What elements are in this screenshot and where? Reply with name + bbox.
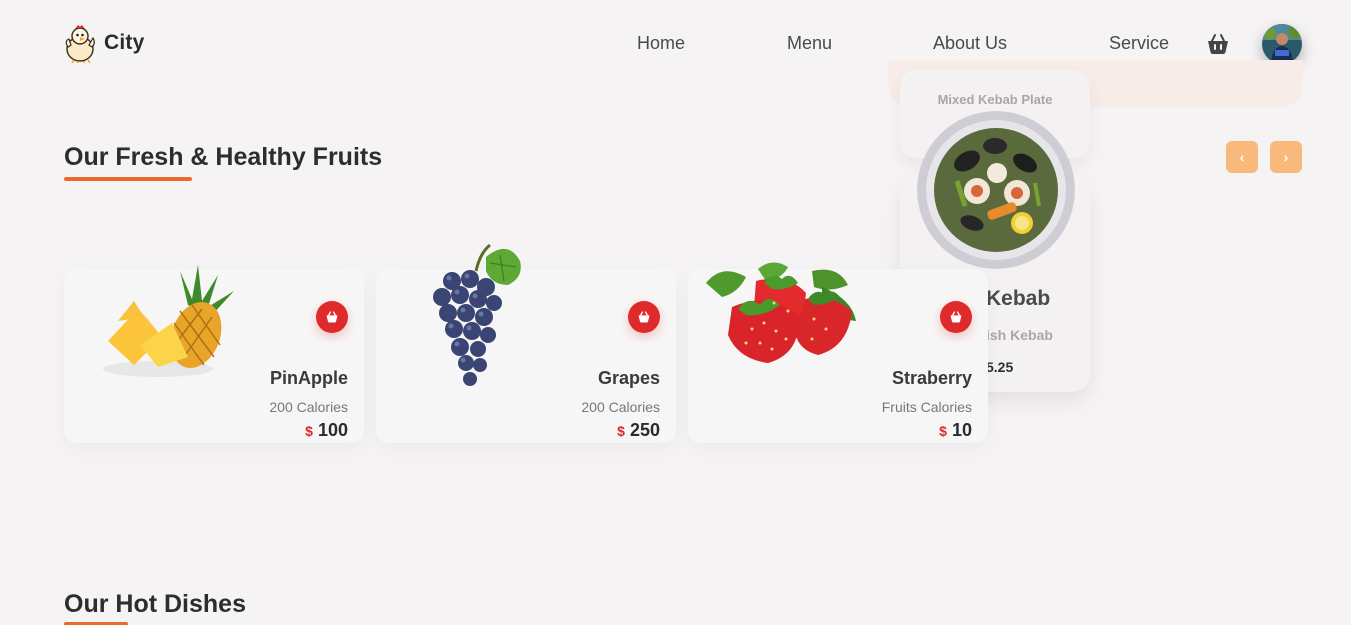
price-value: 250 [629,420,660,440]
brand-name: City [104,31,145,54]
currency-symbol: $ [939,423,947,439]
chevron-right-icon: › [1283,149,1289,165]
scroll-left-button[interactable]: ‹ [1226,141,1258,173]
fruit-calories: Fruits Calories [881,399,972,415]
currency-symbol: $ [305,423,313,439]
dish-name: Kebab [986,287,1051,310]
nav-menu[interactable]: Menu [787,33,832,54]
basket-icon [326,311,338,323]
fruit-calories: 200 Calories [269,399,348,415]
chicken-logo-icon [65,25,95,63]
dish-subtitle: ish Kebab [986,327,1053,343]
pineapple-image [103,265,234,377]
fruit-name: Grapes [597,368,660,388]
price-value: 100 [317,420,348,440]
kebab-plate-image [917,111,1075,269]
basket-icon [950,311,962,323]
fruit-price: $ 100 [305,420,348,441]
fruit-card-pineapple[interactable]: PinApple 200 Calories $ 100 [64,265,364,443]
fruit-name: PinApple [269,368,348,388]
section-underline [64,177,192,181]
add-to-cart-button[interactable] [316,301,348,333]
fruit-card-strawberry[interactable]: Straberry Fruits Calories $ 10 [688,262,988,443]
shopping-basket-icon[interactable] [1206,33,1230,55]
avatar-photo [1262,24,1302,64]
dish-price: 5.25 [986,359,1014,375]
section-title-fruits: Our Fresh & Healthy Fruits [64,143,383,171]
fruit-calories: 200 Calories [581,399,660,415]
section-title-hot-dishes: Our Hot Dishes [64,590,246,618]
chevron-left-icon: ‹ [1239,149,1245,165]
user-avatar[interactable] [1262,24,1302,64]
basket-icon [638,311,650,323]
dish-card-top-title: Mixed Kebab Plate [937,92,1053,107]
grapes-image [433,243,521,386]
fruit-price: $ 250 [617,420,660,441]
fruit-card-grapes[interactable]: Grapes 200 Calories $ 250 [376,243,676,443]
add-to-cart-button[interactable] [940,301,972,333]
nav-about-us[interactable]: About Us [933,33,1007,54]
currency-symbol: $ [617,423,625,439]
add-to-cart-button[interactable] [628,301,660,333]
nav-home[interactable]: Home [637,33,685,54]
nav-service[interactable]: Service [1109,33,1169,54]
brand[interactable]: City [63,23,144,63]
scroll-right-button[interactable]: › [1270,141,1302,173]
fruit-name: Straberry [891,368,972,388]
price-value: 10 [951,420,972,440]
strawberry-image [706,262,856,363]
fruit-price: $ 10 [939,420,972,441]
